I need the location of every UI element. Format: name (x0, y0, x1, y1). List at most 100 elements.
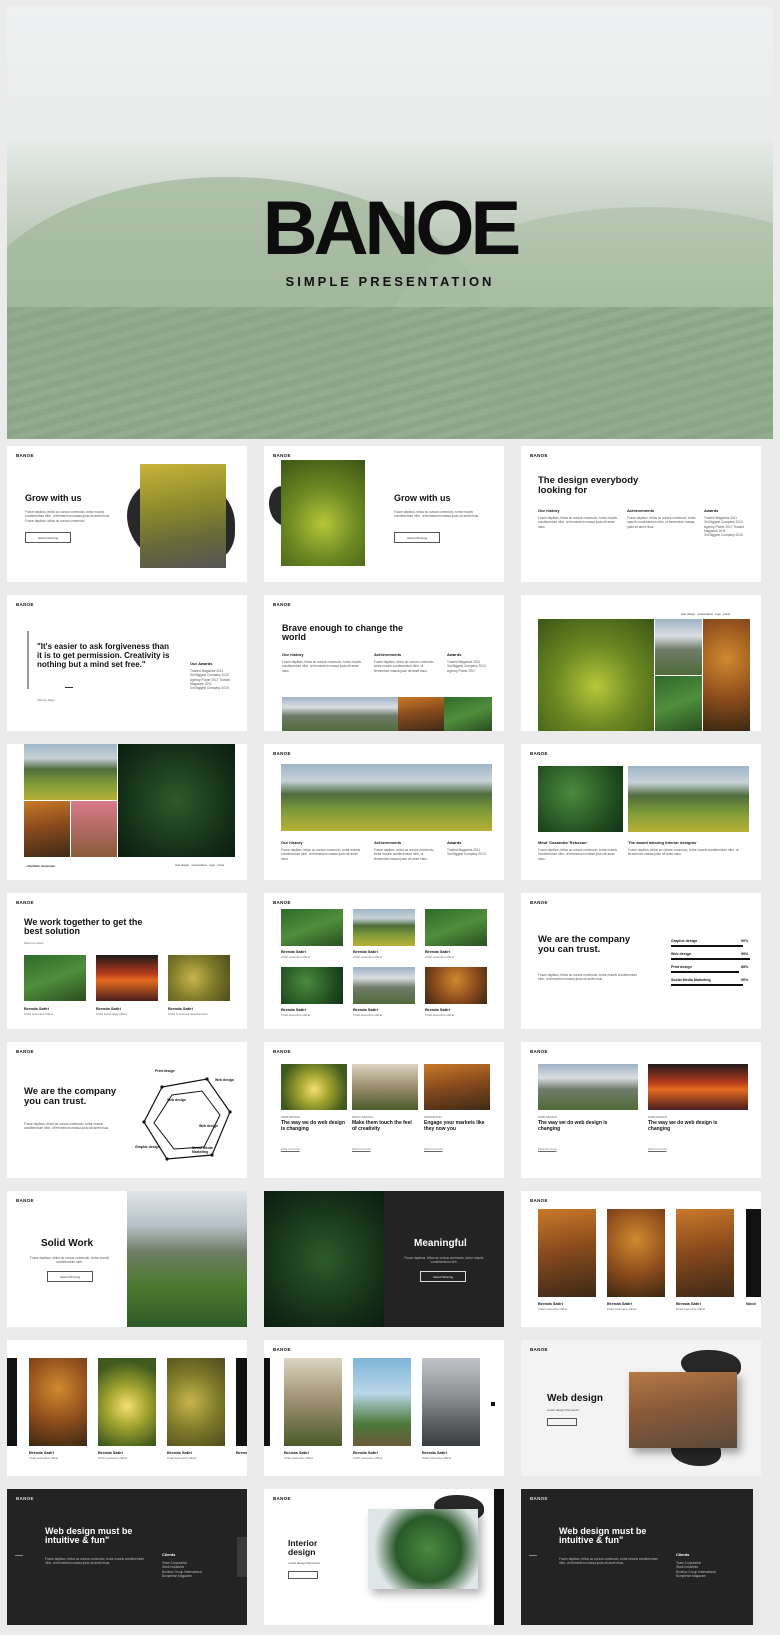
sunrise-valley-photo (628, 766, 749, 832)
team-photo-cropped (264, 1358, 270, 1446)
body: Fusce dapibus, tellus ac cursus commodo,… (538, 848, 618, 861)
slide-interior-design[interactable]: BANOE Interior design a web design that … (264, 1489, 504, 1625)
member-role: Chief executive officer (281, 1013, 311, 1017)
slide-rice-field[interactable]: BANOE Our history Achievements Awards Fu… (264, 744, 504, 880)
slide-grow-with-us-2[interactable]: BANOE Grow with us Fusce dapibus, tellus… (264, 446, 504, 582)
monstera-photo (118, 744, 235, 857)
slide-design-everybody[interactable]: BANOE The design everybody looking for O… (521, 446, 761, 582)
slide-solid-work[interactable]: BANOE Solid Work Fusce dapibus, tellus a… (7, 1191, 247, 1327)
brand-logo: BANOE (16, 602, 34, 607)
skill-bar (671, 945, 743, 947)
team-photo (676, 1209, 734, 1297)
slide-body: Fusce dapibus, tellus ac cursus commodo,… (394, 510, 480, 519)
slide-title: Meaningful (414, 1238, 467, 1249)
member-role: Chief executive officer (425, 955, 455, 959)
member-role: Chief executive officer (538, 1307, 568, 1311)
skill-label: Social Media Marketing (671, 978, 711, 982)
cta-button[interactable] (288, 1571, 318, 1579)
clients-head: Clients (676, 1552, 690, 1557)
team-photo (167, 1358, 225, 1446)
quote-rule (27, 631, 29, 689)
skill-bar (671, 984, 743, 986)
brand-logo: BANOE (273, 602, 291, 607)
slide-meaningful[interactable]: Meaningful Fusce dapibus, tellus ac curs… (264, 1191, 504, 1327)
col-body: Fusce dapibus, tellus ac cursus commodo,… (538, 516, 618, 529)
slide-title: We work together to get the best solutio… (24, 917, 143, 936)
slide-skills[interactable]: BANOE We are the company you can trust. … (521, 893, 761, 1029)
team-photo (281, 909, 343, 946)
slide-brave-enough[interactable]: BANOE Brave enough to change the world O… (264, 595, 504, 731)
member-role: Chief executive officer (353, 955, 383, 959)
client-item: Bumpleton Magazine (162, 1573, 192, 1578)
slide-quote[interactable]: BANOE "It's easier to ask forgiveness th… (7, 595, 247, 731)
member-role: Chief technology officer (96, 1012, 128, 1016)
node-dot (228, 1110, 232, 1114)
member-name: Brenda Satiri (607, 1301, 632, 1306)
slide-blog-two[interactable]: BANOE WEB DESIGN The way we do web desig… (521, 1042, 761, 1178)
brand-logo: BANOE (273, 453, 291, 458)
slide-intuitive-fun[interactable]: BANOE Web design must be intuitive & fun… (7, 1489, 247, 1625)
slide-team[interactable]: BANOE We work together to get the best s… (7, 893, 247, 1029)
brand-logo: BANOE (273, 900, 291, 905)
brand-logo: BANOE (273, 751, 291, 756)
node-label: Graphic design (135, 1145, 160, 1149)
find-out-more-link[interactable]: Find out more (281, 1147, 300, 1151)
find-out-more-link[interactable]: Find out more (648, 1147, 667, 1151)
post-title: Make them touch the feel of creativity (352, 1120, 412, 1132)
slide-body: Fusce dapibus, tellus ac cursus commodo,… (404, 1256, 484, 1265)
desert-photo (629, 1372, 737, 1448)
slide-team-sunlight[interactable]: Brenda Satiri Chief executive officer Br… (7, 1340, 247, 1476)
award-button[interactable]: Award Winning (25, 532, 71, 543)
slide-team-grid[interactable]: BANOE Brenda Satiri Chief executive offi… (264, 893, 504, 1029)
brand-logo: BANOE (530, 1496, 548, 1501)
post-title: The way we do web design is changing (538, 1120, 608, 1132)
award-button[interactable]: Award Winning (420, 1271, 466, 1282)
slide-title: We are the company you can trust. (538, 934, 631, 956)
member-role: Chief executive officer (425, 1013, 455, 1017)
col-head: Our history (281, 840, 303, 845)
award-button[interactable]: Award Winning (394, 532, 440, 543)
slide-web-design[interactable]: BANOE Web design a web design that works (521, 1340, 761, 1476)
slide-services-diagram[interactable]: BANOE We are the company you can trust. … (7, 1042, 247, 1178)
slide-team-travel[interactable]: BANOE Brenda Satiri Chief executive offi… (264, 1340, 504, 1476)
member-role: Chief executive officer (24, 1012, 54, 1016)
find-out-more-link[interactable]: Find out more (538, 1147, 557, 1151)
member-name: Brenda Satiri (425, 1007, 450, 1012)
autumn-path-photo (140, 464, 226, 568)
team-photo (425, 967, 487, 1004)
cta-button[interactable] (547, 1418, 577, 1426)
designer-caption: The award winning interior designer (628, 840, 697, 845)
member-name: Brenda Satiri (284, 1450, 309, 1455)
skill-percent: 90% (741, 939, 749, 943)
brand-logo: BANOE (16, 1049, 34, 1054)
slide-award-designer[interactable]: BANOE Mind 'Casandra' Rekoson' The award… (521, 744, 761, 880)
award-item: 3rd Biggest Company 2015 (190, 686, 229, 691)
slide-body: Fusce dapibus, tellus ac cursus commodo,… (29, 1256, 109, 1265)
slide-blog-three[interactable]: BANOE WEB DESIGN The way we do web desig… (264, 1042, 504, 1178)
slide-team-autumn[interactable]: BANOE Brenda Satiri Chief executive offi… (521, 1191, 761, 1327)
col-head: Achievements (374, 840, 402, 845)
col-body: Fusce dapibus, tellus ac cursus commodo,… (374, 848, 435, 861)
team-photo (24, 955, 86, 1001)
award-button[interactable]: Award Winning (47, 1271, 93, 1282)
find-out-more-link[interactable]: Find out more (352, 1147, 371, 1151)
member-role: Chief executive officer (284, 1456, 314, 1460)
clients-list: Team Corporation Stark Industries Bombyx… (676, 1561, 736, 1578)
slide-grow-with-us[interactable]: BANOE Grow with us Fusce dapibus, tellus… (7, 446, 247, 582)
slide-intuitive-fun-2[interactable]: BANOE Web design must be intuitive & fun… (521, 1489, 761, 1625)
col-body: Fusce dapibus, tellus ac cursus commodo,… (627, 516, 696, 529)
member-role: Chief executive officer (676, 1307, 706, 1311)
valley-photo (24, 744, 117, 800)
col-head: Our history (538, 508, 560, 513)
slide-gallery[interactable]: web design · presentation · logo · print… (521, 595, 761, 731)
mountain-photo (282, 697, 398, 731)
skill-bar (671, 971, 739, 973)
quote-text: "It's easier to ask forgiveness than it … (37, 642, 170, 669)
team-photo (425, 909, 487, 946)
slide-subtitle: Meet our team (24, 941, 44, 945)
slide-portfolio[interactable]: – Portfolio showcase web design · presen… (7, 744, 247, 880)
col-head: Awards (704, 508, 719, 513)
find-out-more-link[interactable]: Find out more (424, 1147, 443, 1151)
team-photo (422, 1358, 480, 1446)
brand-logo: BANOE (530, 751, 548, 756)
